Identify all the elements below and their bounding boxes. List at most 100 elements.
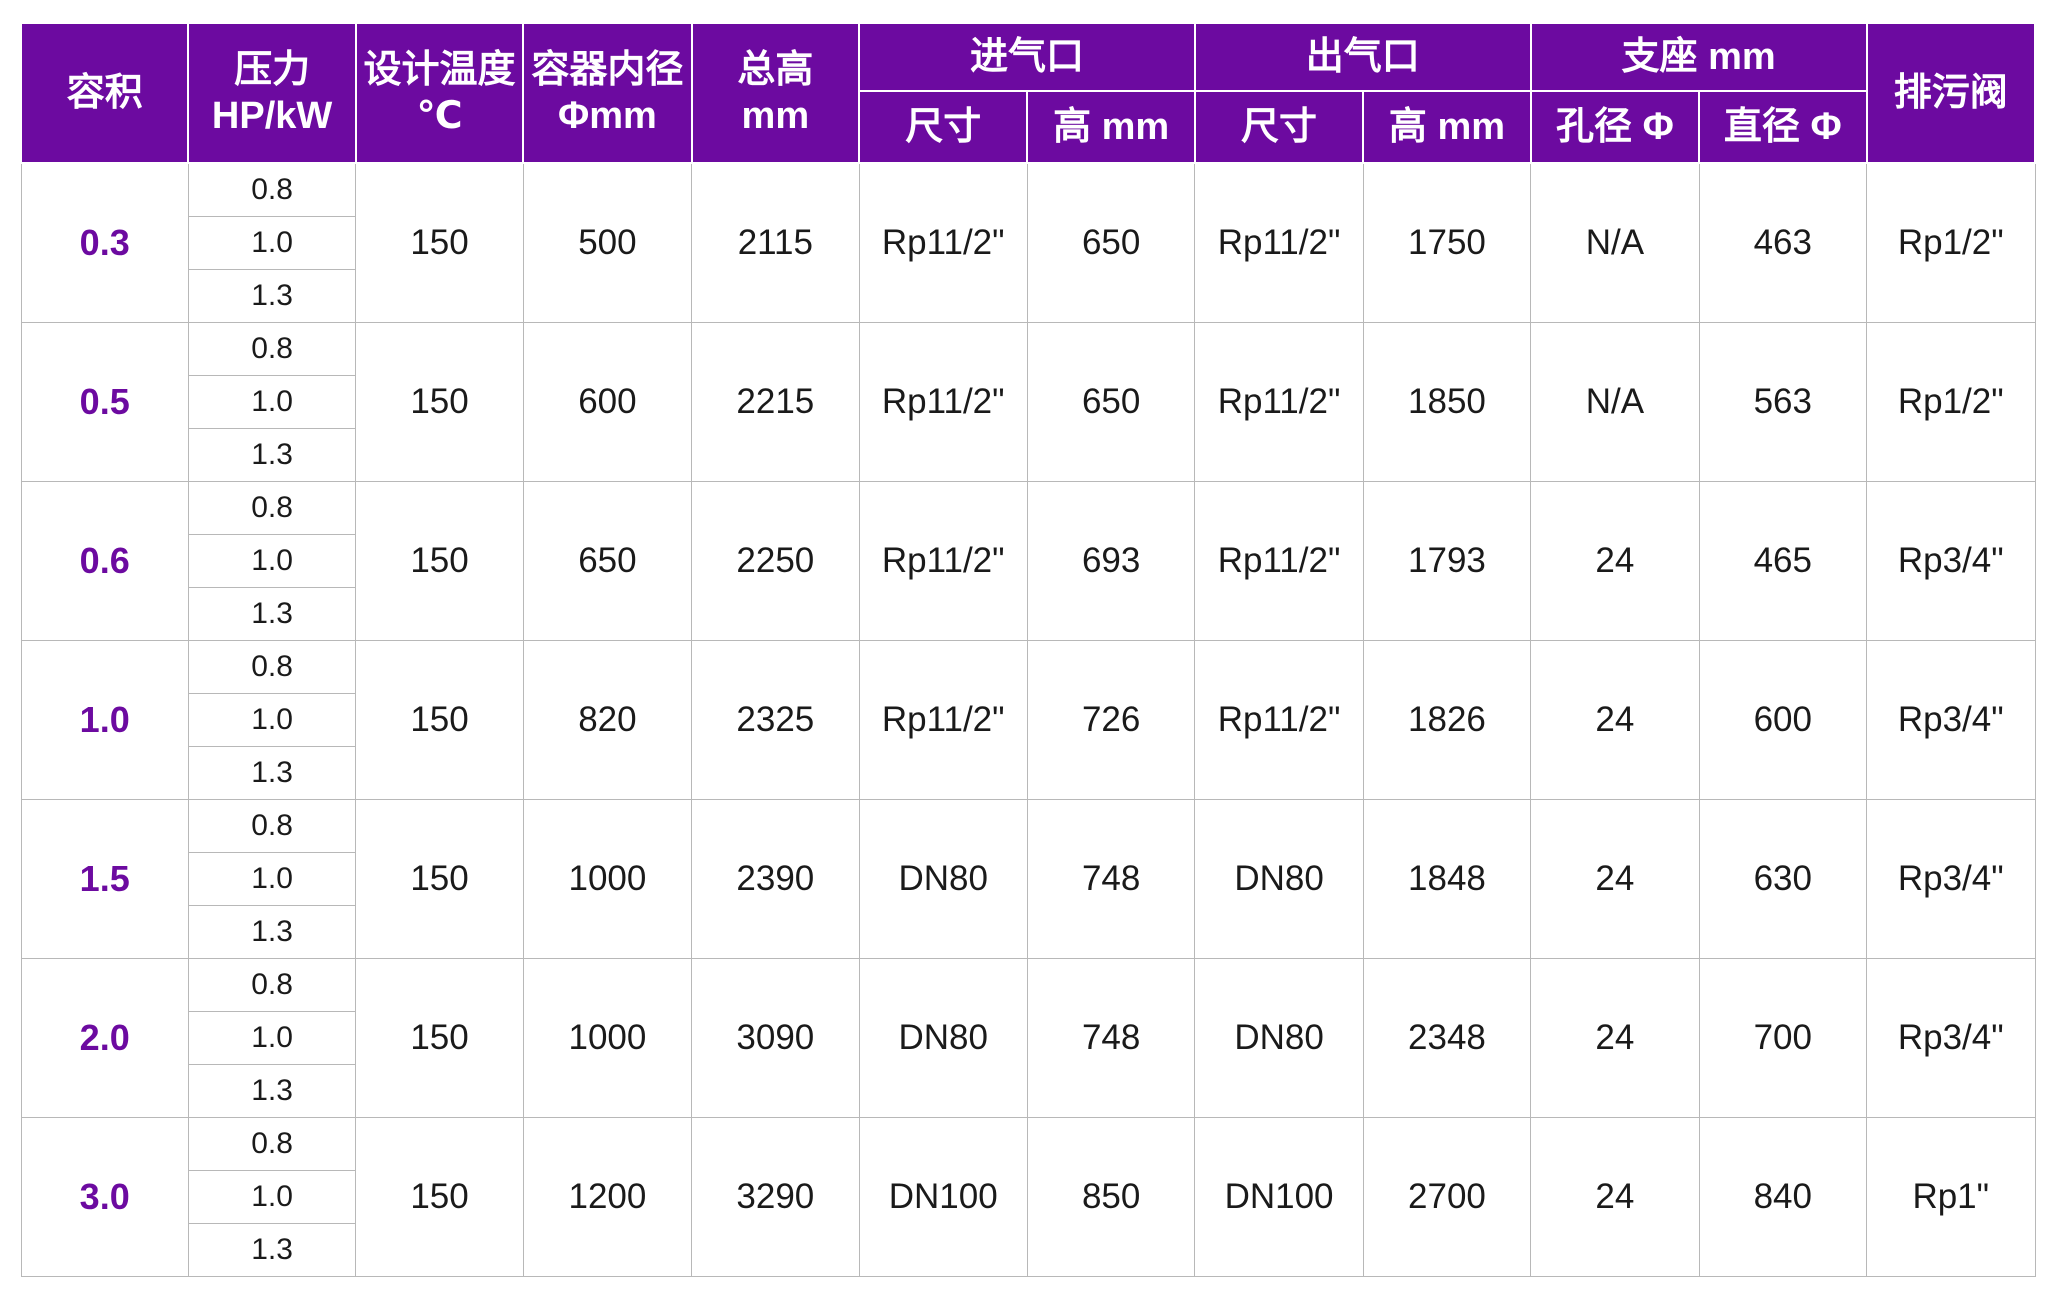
pressure-cell: 1.3: [187, 428, 357, 482]
outlet-height-cell: 1850: [1362, 322, 1532, 482]
pressure-cell: 0.8: [187, 1117, 357, 1171]
header-inlet-height: 高 mm: [1026, 90, 1196, 164]
support-diameter-cell: 600: [1698, 640, 1868, 800]
inlet-size-cell: Rp11/2": [858, 481, 1028, 641]
design-temp-cell: 150: [355, 481, 524, 641]
total-height-cell: 2115: [691, 162, 860, 323]
inlet-size-cell: Rp11/2": [858, 322, 1028, 482]
inlet-height-cell: 850: [1026, 1117, 1196, 1277]
inlet-size-cell: DN100: [858, 1117, 1028, 1277]
outlet-size-cell: Rp11/2": [1194, 322, 1364, 482]
drain-valve-cell: Rp3/4": [1866, 481, 2036, 641]
header-inlet-size: 尺寸: [858, 90, 1029, 164]
header-total-height-label: 总高: [737, 49, 814, 91]
header-inlet-label: 进气口: [969, 36, 1084, 78]
inlet-size-cell: Rp11/2": [858, 162, 1028, 323]
design-temp-cell: 150: [355, 1117, 524, 1277]
header-support-hole: 孔径 Φ: [1529, 90, 1701, 164]
outlet-height-cell: 2700: [1362, 1117, 1532, 1277]
pressure-cell: 1.0: [187, 1170, 357, 1224]
pressure-cell: 1.0: [187, 1011, 357, 1065]
header-support: 支座 mm: [1529, 22, 1868, 92]
total-height-cell: 3090: [691, 958, 860, 1118]
pressure-cell: 0.8: [187, 799, 357, 853]
drain-valve-cell: Rp1/2": [1866, 162, 2036, 323]
drain-valve-cell: Rp1": [1866, 1117, 2036, 1277]
header-total-height: 总高 mm: [690, 22, 861, 164]
header-row-top: 容积 压力 HP/kW 设计温度 ℃ 容器内径 Φmm 总高 mm 进气口 出气…: [19, 22, 2037, 164]
support-diameter-cell: 465: [1698, 481, 1868, 641]
total-height-cell: 2325: [691, 640, 860, 800]
pressure-cell: 0.8: [187, 162, 357, 217]
support-diameter-cell: 630: [1698, 799, 1868, 959]
header-outlet-label: 出气口: [1305, 36, 1420, 78]
inner-diameter-cell: 1000: [522, 958, 693, 1118]
inner-diameter-cell: 600: [522, 322, 693, 482]
outlet-size-cell: DN100: [1194, 1117, 1364, 1277]
table-row: 3.0 0.8 150 1200 3290 DN100 850 DN100 2700 24 840 R…: [20, 1117, 2036, 1277]
header-design-temp-unit: ℃: [416, 95, 463, 137]
pressure-cell: 1.0: [187, 216, 357, 270]
support-hole-cell: 24: [1530, 799, 1700, 959]
spec-table: 容积 压力 HP/kW 设计温度 ℃ 容器内径 Φmm 总高 mm 进气口 出气…: [19, 22, 2037, 1277]
design-temp-cell: 150: [355, 322, 524, 482]
volume-cell: 0.3: [20, 162, 189, 323]
pressure-cell: 0.8: [187, 481, 357, 535]
pressure-cell: 1.3: [187, 269, 357, 323]
support-hole-cell: 24: [1530, 640, 1700, 800]
header-inner-diameter-label: 容器内径: [531, 49, 684, 91]
inlet-size-cell: DN80: [858, 799, 1028, 959]
table-header: 容积 压力 HP/kW 设计温度 ℃ 容器内径 Φmm 总高 mm 进气口 出气…: [19, 22, 2037, 164]
volume-cell: 3.0: [20, 1117, 189, 1277]
inlet-size-cell: Rp11/2": [858, 640, 1028, 800]
outlet-height-cell: 1793: [1362, 481, 1532, 641]
total-height-cell: 2390: [691, 799, 860, 959]
inner-diameter-cell: 650: [522, 481, 693, 641]
inlet-height-cell: 748: [1026, 799, 1196, 959]
total-height-cell: 2250: [691, 481, 860, 641]
header-volume-label: 容积: [66, 72, 143, 114]
header-volume: 容积: [19, 22, 190, 164]
inner-diameter-cell: 1200: [522, 1117, 693, 1277]
support-hole-cell: N/A: [1530, 322, 1700, 482]
header-design-temp: 设计温度 ℃: [354, 22, 525, 164]
pressure-cell: 1.0: [187, 693, 357, 747]
total-height-cell: 3290: [691, 1117, 860, 1277]
pressure-cell: 0.8: [187, 640, 357, 694]
header-design-temp-label: 设计温度: [363, 49, 516, 91]
volume-cell: 2.0: [20, 958, 189, 1118]
pressure-cell: 1.3: [187, 746, 357, 800]
outlet-size-cell: Rp11/2": [1194, 162, 1364, 323]
design-temp-cell: 150: [355, 162, 524, 323]
support-hole-cell: 24: [1530, 481, 1700, 641]
drain-valve-cell: Rp3/4": [1866, 640, 2036, 800]
design-temp-cell: 150: [355, 799, 524, 959]
outlet-height-cell: 1750: [1362, 162, 1532, 323]
inlet-height-cell: 693: [1026, 481, 1196, 641]
pressure-cell: 1.3: [187, 1064, 357, 1118]
header-support-label: 支座 mm: [1621, 36, 1776, 78]
table-row: 0.3 0.8 150 500 2115 Rp11/2" 650 Rp11/2" 1750 N/A…: [20, 162, 2036, 323]
header-inner-diameter-unit: Φmm: [558, 95, 657, 137]
total-height-cell: 2215: [691, 322, 860, 482]
table-row: 0.6 0.8 150 650 2250 Rp11/2" 693 Rp11/2" 1793 24 4…: [20, 481, 2036, 641]
support-hole-cell: 24: [1530, 1117, 1700, 1277]
header-pressure-label: 压力: [234, 49, 311, 91]
volume-cell: 1.5: [20, 799, 189, 959]
pressure-cell: 1.3: [187, 905, 357, 959]
header-outlet-size: 尺寸: [1193, 90, 1365, 164]
support-diameter-cell: 463: [1698, 162, 1868, 323]
header-outlet-height: 高 mm: [1362, 90, 1532, 164]
header-inlet: 进气口: [858, 22, 1196, 92]
inlet-height-cell: 650: [1026, 162, 1196, 323]
outlet-size-cell: Rp11/2": [1194, 640, 1364, 800]
support-diameter-cell: 840: [1698, 1117, 1868, 1277]
header-pressure-unit: HP/kW: [211, 95, 333, 137]
header-support-diameter: 直径 Φ: [1698, 90, 1868, 164]
table-row: 0.5 0.8 150 600 2215 Rp11/2" 650 Rp11/2" 1850 N/A…: [20, 322, 2036, 482]
inner-diameter-cell: 820: [522, 640, 693, 800]
inner-diameter-cell: 500: [522, 162, 693, 323]
pressure-cell: 0.8: [187, 322, 357, 376]
design-temp-cell: 150: [355, 958, 524, 1118]
outlet-size-cell: Rp11/2": [1194, 481, 1364, 641]
